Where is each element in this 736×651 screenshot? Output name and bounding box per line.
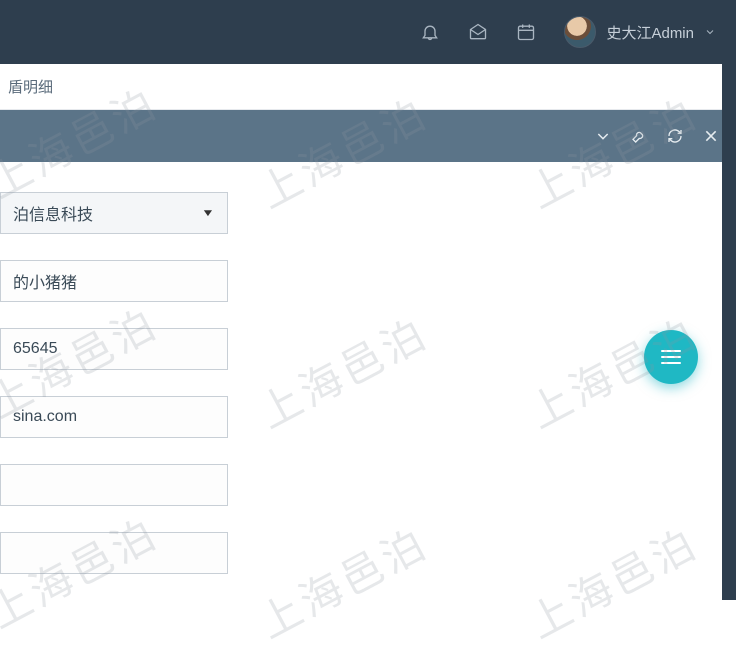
text-field-2[interactable]: 的小猪猪 [0,260,228,302]
floating-menu-button[interactable] [644,330,698,384]
bell-icon[interactable] [420,22,440,42]
text-field-3[interactable]: 65645 [0,328,228,370]
calendar-icon[interactable] [516,22,536,42]
breadcrumb: 盾明细 [0,64,736,110]
top-bar: 史大江Admin [0,0,736,64]
user-menu[interactable]: 史大江Admin [564,16,716,48]
text-field-4[interactable]: sina.com [0,396,228,438]
chevron-down-icon[interactable] [594,127,612,145]
text-field-2-value: 的小猪猪 [13,269,77,293]
text-field-4-value: sina.com [13,408,77,426]
user-name: 史大江Admin [606,22,694,43]
right-side-edge [722,0,736,600]
mail-open-icon[interactable] [468,22,488,42]
hamburger-icon [661,350,681,364]
avatar [564,16,596,48]
breadcrumb-tail: 盾明细 [8,76,53,97]
wrench-icon[interactable] [630,127,648,145]
panel-toolbar [0,110,736,162]
company-select-value: 泊信息科技 [13,201,93,225]
company-select[interactable]: 泊信息科技 [0,192,228,234]
chevron-down-icon [704,26,716,38]
text-field-3-value: 65645 [13,340,58,358]
text-field-6[interactable] [0,532,228,574]
text-field-5[interactable] [0,464,228,506]
form-area: 泊信息科技 的小猪猪 65645 sina.com [0,162,736,574]
close-icon[interactable] [702,127,720,145]
refresh-icon[interactable] [666,127,684,145]
